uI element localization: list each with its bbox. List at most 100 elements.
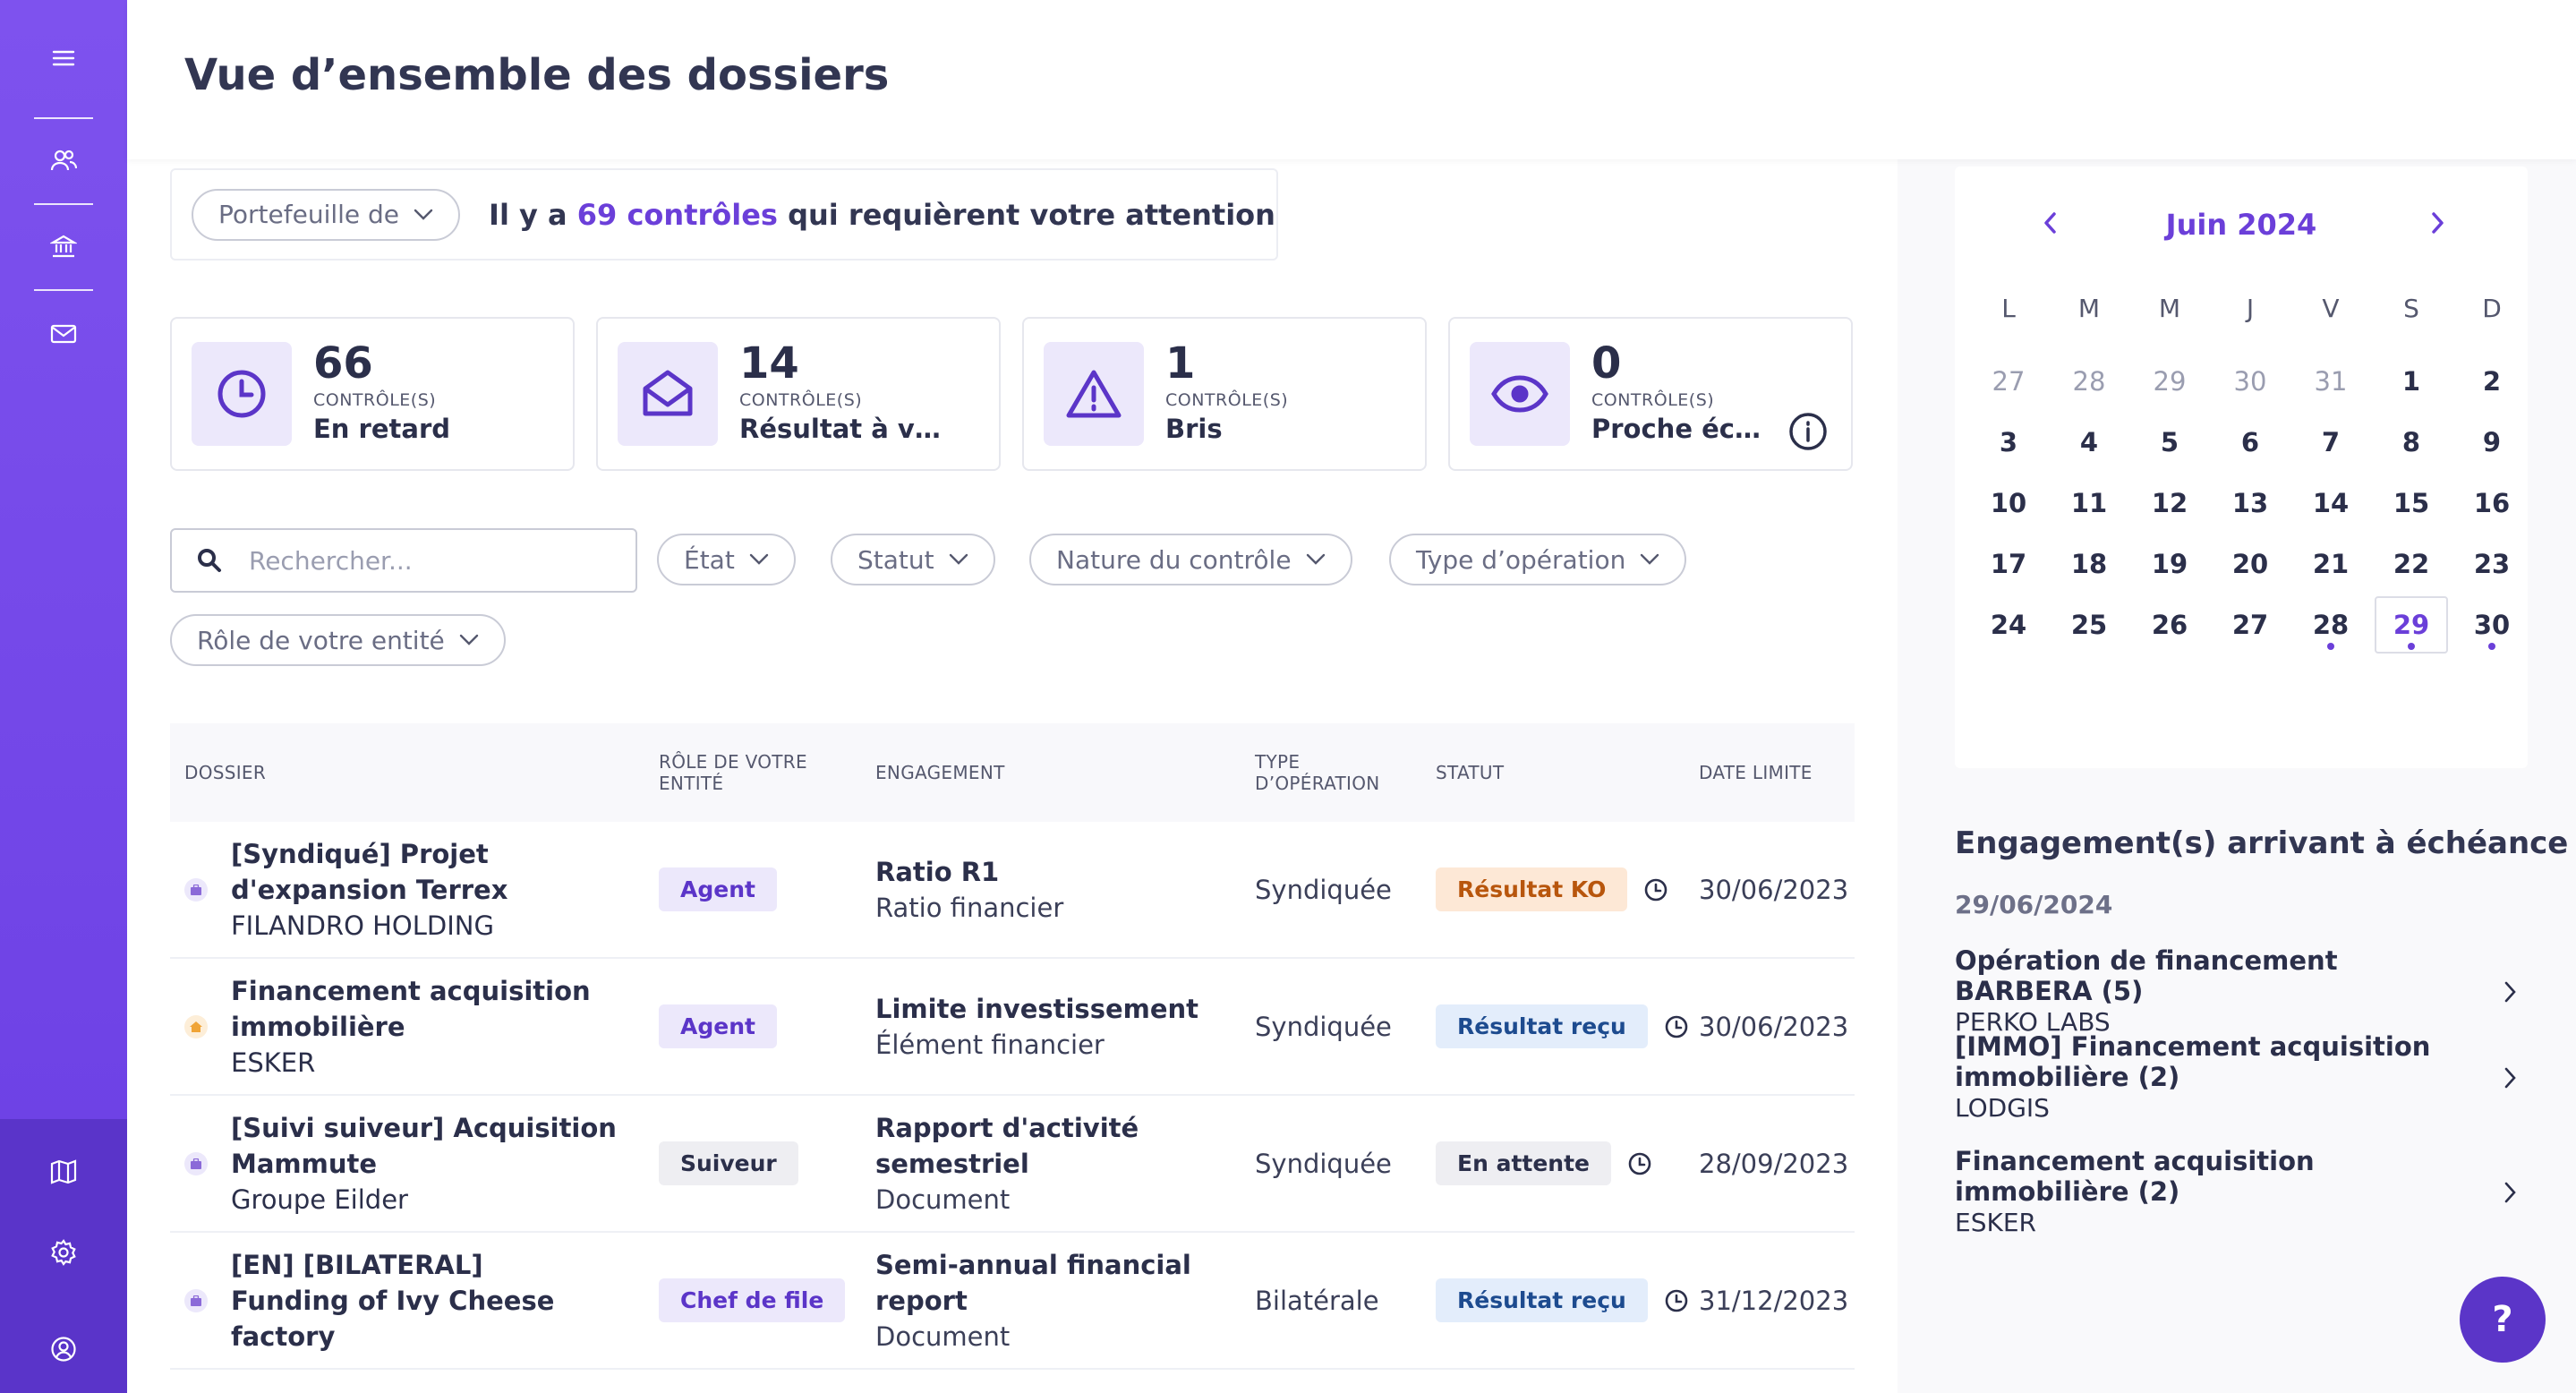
filter-type-operation[interactable]: Type d’opération: [1389, 534, 1687, 585]
status-cell: Résultat KO: [1436, 822, 1668, 957]
calendar-day[interactable]: 24: [1982, 598, 2035, 652]
chevron-down-icon: [414, 209, 433, 220]
column-header-dossier[interactable]: DOSSIER: [184, 723, 266, 822]
account-icon[interactable]: [48, 1334, 79, 1364]
calendar-day[interactable]: 31: [2304, 355, 2358, 408]
search-icon: [198, 549, 221, 572]
calendar-day[interactable]: 11: [2062, 476, 2116, 530]
calendar-day[interactable]: 7: [2304, 415, 2358, 469]
calendar-day[interactable]: 30: [2223, 355, 2277, 408]
calendar-day[interactable]: 27: [2223, 598, 2277, 652]
calendar-day[interactable]: 30: [2465, 598, 2519, 652]
calendar-day[interactable]: 13: [2223, 476, 2277, 530]
calendar-day[interactable]: 4: [2062, 415, 2116, 469]
calendar-day[interactable]: 3: [1982, 415, 2035, 469]
filter-role-entite[interactable]: Rôle de votre entité: [170, 614, 506, 666]
dossier-title[interactable]: Financement acquisition immobilière: [231, 973, 634, 1045]
stat-card-en-retard[interactable]: 66 CONTRÔLE(S) En retard: [170, 317, 575, 471]
settings-icon[interactable]: [48, 1237, 79, 1268]
calendar-day[interactable]: 6: [2223, 415, 2277, 469]
dossier-cell: Financement acquisition immobilière ESKE…: [231, 959, 634, 1094]
stat-card-resultat-a-verifier[interactable]: 14 CONTRÔLE(S) Résultat à vérifier: [596, 317, 1001, 471]
stat-number: 0: [1591, 338, 1622, 389]
column-header-engagement[interactable]: ENGAGEMENT: [875, 723, 1005, 822]
column-header-type-operation[interactable]: TYPE D’OPÉRATION: [1255, 723, 1398, 822]
calendar-day-number: 24: [1990, 610, 2027, 640]
date-cell: 30/06/2023: [1699, 822, 1848, 957]
stat-card-proche-echeance[interactable]: 0 CONTRÔLE(S) Proche échéance: [1448, 317, 1853, 471]
deadline-item[interactable]: [IMMO] Financement acquisition immobiliè…: [1955, 1031, 2528, 1124]
calendar-day[interactable]: 12: [2143, 476, 2196, 530]
clock-icon[interactable]: [1643, 877, 1668, 902]
calendar-day[interactable]: 1: [2384, 355, 2438, 408]
calendar-day[interactable]: 20: [2223, 537, 2277, 591]
calendar-day[interactable]: 17: [1982, 537, 2035, 591]
info-icon[interactable]: [1788, 412, 1828, 455]
calendar-day[interactable]: 28: [2304, 598, 2358, 652]
filter-statut[interactable]: Statut: [831, 534, 995, 585]
filter-etat[interactable]: État: [657, 534, 796, 585]
calendar-day[interactable]: 14: [2304, 476, 2358, 530]
operation-type: Syndiquée: [1255, 874, 1392, 905]
calendar-day[interactable]: 8: [2384, 415, 2438, 469]
calendar-day[interactable]: 29: [2375, 596, 2448, 654]
calendar-next-button[interactable]: [2424, 209, 2451, 236]
calendar-day[interactable]: 5: [2143, 415, 2196, 469]
bank-icon[interactable]: [48, 231, 79, 261]
calendar-day[interactable]: 22: [2384, 537, 2438, 591]
dossier-title[interactable]: [Suivi suiveur] Acquisition Mammute: [231, 1110, 634, 1182]
clock-icon[interactable]: [1664, 1014, 1689, 1039]
clock-icon[interactable]: [1664, 1288, 1689, 1313]
calendar-day[interactable]: 18: [2062, 537, 2116, 591]
column-header-role[interactable]: RÔLE DE VOTRE ENTITÉ: [659, 723, 838, 822]
column-header-statut[interactable]: STATUT: [1436, 723, 1504, 822]
calendar-day[interactable]: 16: [2465, 476, 2519, 530]
calendar-day[interactable]: 25: [2062, 598, 2116, 652]
calendar-day[interactable]: 26: [2143, 598, 2196, 652]
type-cell: Bilatérale: [1255, 1233, 1379, 1368]
envelope-open-icon: [643, 370, 693, 416]
deadline-item[interactable]: Opération de financement BARBERA (5) PER…: [1955, 945, 2528, 1038]
table-row[interactable]: Financement acquisition immobilière ESKE…: [170, 959, 1855, 1096]
calendar-day-number: 14: [2312, 488, 2350, 518]
dossier-title[interactable]: [EN] [BILATERAL] Funding of Ivy Cheese f…: [231, 1247, 607, 1355]
stat-icon-box: [1470, 342, 1570, 446]
attention-count[interactable]: 69 contrôles: [577, 198, 778, 232]
deadline-item[interactable]: Financement acquisition immobilière (2) …: [1955, 1146, 2528, 1239]
page-title: Vue d’ensemble des dossiers: [184, 50, 890, 100]
help-button[interactable]: ?: [2460, 1277, 2546, 1363]
calendar-day[interactable]: 2: [2465, 355, 2519, 408]
clock-icon[interactable]: [1627, 1151, 1652, 1176]
calendar-day-number: 15: [2393, 488, 2430, 518]
calendar-day-number: 8: [2401, 427, 2421, 457]
calendar-day[interactable]: 10: [1982, 476, 2035, 530]
column-header-date-limite[interactable]: DATE LIMITE: [1699, 723, 1813, 822]
dossier-title[interactable]: [Syndiqué] Projet d'expansion Terrex: [231, 836, 634, 908]
map-icon[interactable]: [48, 1157, 79, 1187]
calendar-day[interactable]: 28: [2062, 355, 2116, 408]
calendar-day[interactable]: 27: [1982, 355, 2035, 408]
calendar-day[interactable]: 23: [2465, 537, 2519, 591]
table-row[interactable]: [Syndiqué] Projet d'expansion Terrex FIL…: [170, 822, 1855, 959]
mail-icon[interactable]: [48, 319, 79, 349]
filter-label: État: [684, 544, 735, 575]
calendar-day[interactable]: 19: [2143, 537, 2196, 591]
stat-label: Proche échéance: [1591, 414, 1770, 444]
stat-card-bris[interactable]: 1 CONTRÔLE(S) Bris: [1022, 317, 1427, 471]
date-cell: 30/06/2023: [1699, 959, 1848, 1094]
chevron-right-icon: [2504, 1067, 2516, 1089]
portfolio-dropdown[interactable]: Portefeuille de: [192, 188, 461, 241]
users-icon[interactable]: [48, 145, 79, 175]
calendar-day[interactable]: 9: [2465, 415, 2519, 469]
stat-icon-box: [1044, 342, 1144, 446]
search-input[interactable]: [249, 545, 589, 576]
calendar-day[interactable]: 15: [2384, 476, 2438, 530]
calendar-day-number: 17: [1990, 549, 2027, 579]
table-row[interactable]: [EN] [BILATERAL] Funding of Ivy Cheese f…: [170, 1233, 1855, 1370]
table-row[interactable]: [Suivi suiveur] Acquisition Mammute Grou…: [170, 1096, 1855, 1233]
filter-nature-controle[interactable]: Nature du contrôle: [1029, 534, 1352, 585]
calendar-day[interactable]: 29: [2143, 355, 2196, 408]
menu-icon[interactable]: [48, 43, 79, 73]
calendar-day[interactable]: 21: [2304, 537, 2358, 591]
calendar-day-number: 5: [2160, 427, 2179, 457]
